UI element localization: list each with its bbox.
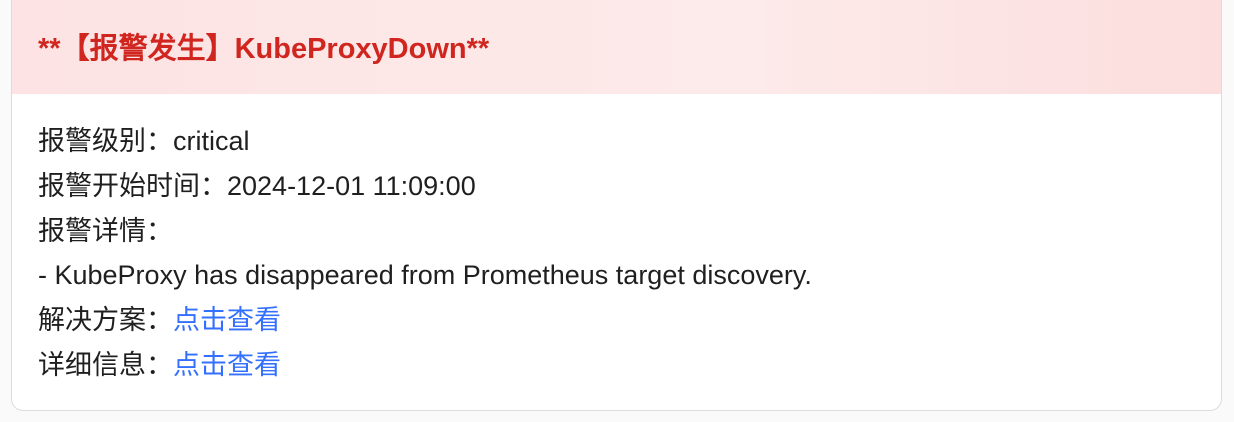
details-link[interactable]: 点击查看 <box>173 350 281 380</box>
alert-start-value: 2024-12-01 11:09:00 <box>227 171 476 201</box>
alert-info-row: 详细信息：点击查看 <box>38 348 281 382</box>
alert-info-label: 详细信息： <box>38 350 173 380</box>
alert-level-value: critical <box>173 126 250 156</box>
alert-detail-label: 报警详情： <box>38 216 173 246</box>
alert-card-header: **【报警发生】KubeProxyDown** <box>12 0 1221 94</box>
alert-start-label: 报警开始时间： <box>38 171 227 201</box>
alert-title: **【报警发生】KubeProxyDown** <box>38 33 490 65</box>
alert-solution-label: 解决方案： <box>38 305 173 335</box>
alert-detail-text: - KubeProxy has disappeared from Prometh… <box>38 260 812 290</box>
solution-link[interactable]: 点击查看 <box>173 305 281 335</box>
alert-start-row: 报警开始时间：2024-12-01 11:09:00 <box>38 169 476 203</box>
alert-solution-row: 解决方案：点击查看 <box>38 303 281 337</box>
alert-detail-row: 报警详情： <box>38 214 173 248</box>
alert-level-row: 报警级别：critical <box>38 124 250 158</box>
alert-level-label: 报警级别： <box>38 126 173 156</box>
alert-card: **【报警发生】KubeProxyDown** 报警级别：critical 报警… <box>11 0 1222 411</box>
